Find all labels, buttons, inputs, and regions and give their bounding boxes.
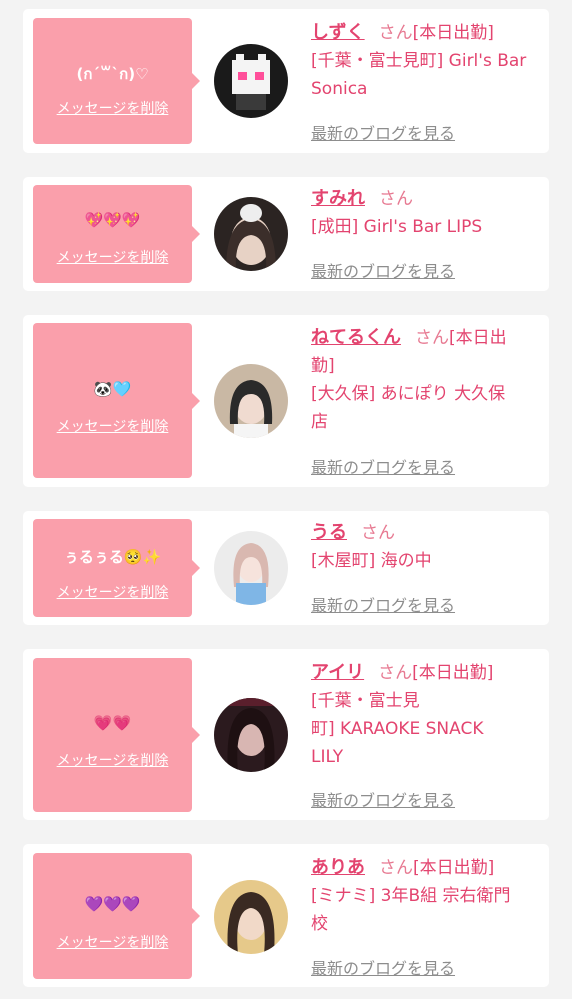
store-name: [大久保] あにぽり 大久保 — [311, 384, 506, 404]
message-card: 🐼🩵 メッセージを削除 ねてるくん さん[本日出 勤] [大久保] あにぽり 大久… — [23, 315, 549, 487]
cast-name-link[interactable]: ありあ — [311, 857, 365, 878]
store-name: 町] KARAOKE SNACK — [311, 719, 484, 739]
store-name: [ミナミ] 3年B組 宗右衛門 — [311, 886, 511, 906]
cast-name-link[interactable]: アイリ — [311, 662, 364, 683]
store-name: LILY — [311, 747, 344, 767]
status-label: [本日出勤] — [412, 23, 494, 43]
message-text: 💗💗 — [93, 714, 132, 732]
store-name: Sonica — [311, 79, 368, 99]
status-label: [本日出勤] — [412, 663, 494, 683]
san-label: さん — [361, 523, 395, 543]
latest-blog-link[interactable]: 最新のブログを見る — [311, 955, 455, 979]
cast-info: うる さん [木屋町] 海の中 — [311, 519, 541, 575]
avatar[interactable] — [214, 880, 288, 954]
message-card: ぅるぅる🥺✨ メッセージを削除 うる さん [木屋町] 海の中 最新のブログを見る — [23, 511, 549, 625]
cast-info: アイリ さん[本日出勤] [千葉・富士見 町] KARAOKE SNACK LIL… — [311, 659, 541, 771]
latest-blog-link[interactable]: 最新のブログを見る — [311, 454, 455, 478]
message-bubble: 💗💗 メッセージを削除 — [33, 658, 200, 812]
delete-message-link[interactable]: メッセージを削除 — [33, 247, 192, 267]
avatar[interactable] — [214, 698, 288, 772]
message-bubble: 💖💖💖 メッセージを削除 — [33, 185, 200, 283]
san-label: さん — [378, 23, 413, 43]
store-name: [成田] Girl's Bar LIPS — [311, 217, 483, 237]
message-bubble: 🐼🩵 メッセージを削除 — [33, 323, 200, 478]
message-bubble: (ก´꒳`ก)♡ メッセージを削除 — [33, 18, 200, 144]
cast-name-link[interactable]: うる — [311, 522, 347, 543]
store-name: 校 — [311, 914, 328, 934]
san-label: さん — [378, 663, 413, 683]
message-card: 💖💖💖 メッセージを削除 すみれ さん [成田] Girl's Bar LIPS … — [23, 177, 549, 291]
cast-name-link[interactable]: しずく — [311, 22, 365, 43]
store-name: [木屋町] 海の中 — [311, 551, 432, 571]
cast-info: すみれ さん [成田] Girl's Bar LIPS — [311, 185, 541, 241]
delete-message-link[interactable]: メッセージを削除 — [33, 416, 192, 436]
status-label: [本日出勤] — [413, 858, 495, 878]
status-label: 勤] — [311, 356, 335, 376]
store-name: [千葉・富士見町] Girl's Bar — [311, 51, 527, 71]
message-bubble: 💜💜💜 メッセージを削除 — [33, 853, 200, 979]
cast-name-link[interactable]: ねてるくん — [311, 327, 401, 348]
latest-blog-link[interactable]: 最新のブログを見る — [311, 592, 455, 616]
delete-message-link[interactable]: メッセージを削除 — [33, 750, 192, 770]
cast-info: ありあ さん[本日出勤] [ミナミ] 3年B組 宗右衛門 校 — [311, 854, 541, 938]
san-label: さん — [415, 328, 449, 348]
message-text: 💜💜💜 — [84, 895, 141, 913]
message-text: (ก´꒳`ก)♡ — [76, 65, 149, 83]
message-card: 💗💗 メッセージを削除 アイリ さん[本日出勤] [千葉・富士見 町] KARAO… — [23, 649, 549, 820]
san-label: さん — [379, 189, 413, 209]
delete-message-link[interactable]: メッセージを削除 — [33, 932, 192, 952]
status-label: [本日出 — [449, 328, 507, 348]
message-text: 💖💖💖 — [84, 211, 141, 229]
cast-info: しずく さん[本日出勤] [千葉・富士見町] Girl's Bar Sonica — [311, 19, 541, 103]
message-card: 💜💜💜 メッセージを削除 ありあ さん[本日出勤] [ミナミ] 3年B組 宗右衛門… — [23, 844, 549, 987]
message-card: (ก´꒳`ก)♡ メッセージを削除 しずく さん[本日出勤] [千葉・富士見町] … — [23, 9, 549, 153]
message-text: 🐼🩵 — [93, 380, 132, 398]
avatar[interactable] — [214, 44, 288, 118]
store-name: [千葉・富士見 — [311, 691, 420, 711]
latest-blog-link[interactable]: 最新のブログを見る — [311, 787, 455, 811]
cast-name-link[interactable]: すみれ — [311, 188, 365, 209]
message-text: ぅるぅる🥺✨ — [63, 548, 162, 566]
san-label: さん — [379, 858, 413, 878]
cast-info: ねてるくん さん[本日出 勤] [大久保] あにぽり 大久保 店 — [311, 324, 541, 436]
message-bubble: ぅるぅる🥺✨ メッセージを削除 — [33, 519, 200, 617]
latest-blog-link[interactable]: 最新のブログを見る — [311, 258, 455, 282]
delete-message-link[interactable]: メッセージを削除 — [33, 582, 192, 602]
avatar[interactable] — [214, 364, 288, 438]
latest-blog-link[interactable]: 最新のブログを見る — [311, 120, 455, 144]
avatar[interactable] — [214, 197, 288, 271]
delete-message-link[interactable]: メッセージを削除 — [33, 98, 192, 118]
avatar[interactable] — [214, 531, 288, 605]
store-name: 店 — [311, 412, 328, 432]
